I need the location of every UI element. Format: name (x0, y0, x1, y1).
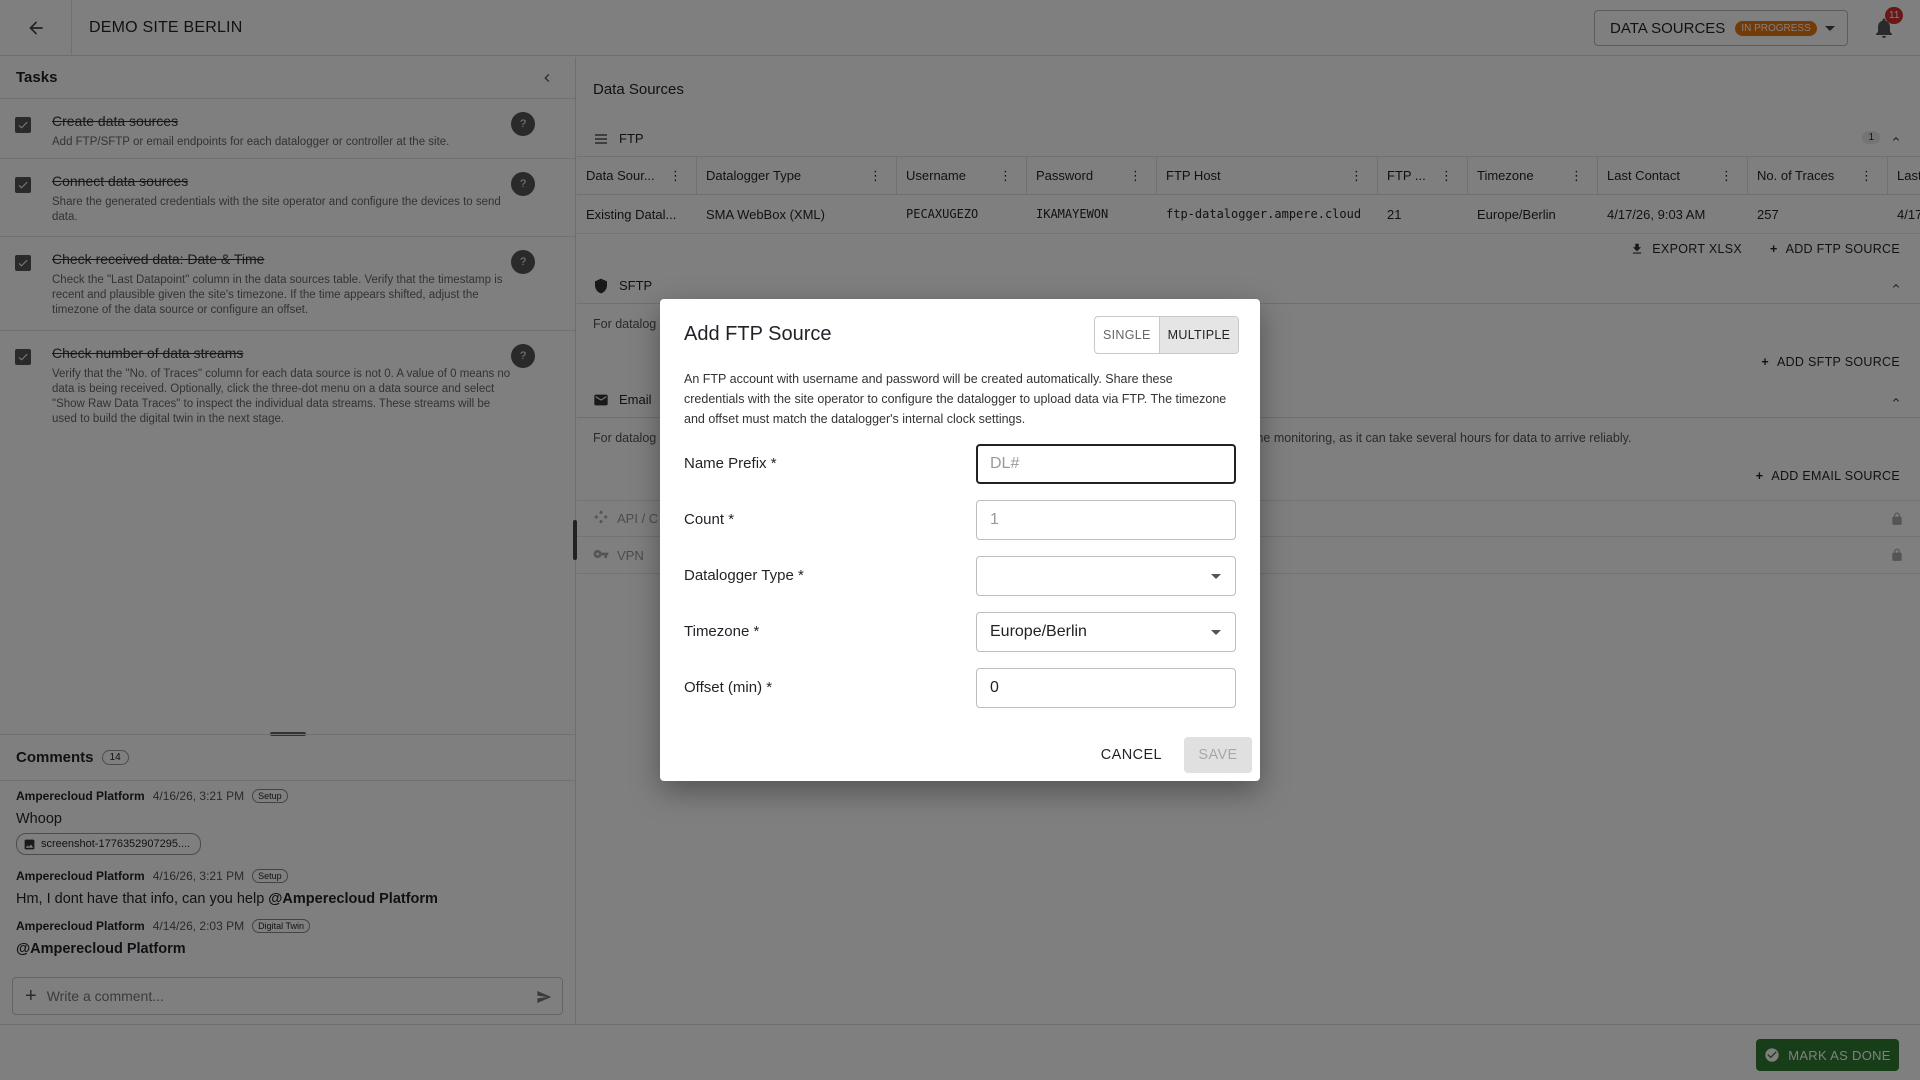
offset-label: Offset (min) * (684, 679, 773, 696)
dialog-actions: CANCEL SAVE (1093, 737, 1252, 773)
caret-down-icon (1211, 574, 1221, 579)
timezone-select[interactable]: Europe/Berlin (976, 612, 1236, 652)
cancel-button[interactable]: CANCEL (1093, 747, 1170, 763)
name-prefix-label: Name Prefix * (684, 455, 777, 472)
save-button[interactable]: SAVE (1184, 737, 1252, 773)
datalogger-type-label: Datalogger Type * (684, 567, 804, 584)
offset-input[interactable]: 0 (976, 668, 1236, 708)
caret-down-icon (1211, 630, 1221, 635)
timezone-label: Timezone * (684, 623, 760, 640)
mode-multiple-button[interactable]: MULTIPLE (1158, 317, 1239, 353)
count-input[interactable]: 1 (976, 500, 1236, 540)
add-ftp-source-dialog: Add FTP Source SINGLE MULTIPLE An FTP ac… (660, 299, 1260, 781)
timezone-value: Europe/Berlin (990, 623, 1087, 640)
datalogger-type-select[interactable] (976, 556, 1236, 596)
mode-toggle: SINGLE MULTIPLE (1094, 316, 1240, 354)
count-label: Count * (684, 511, 735, 528)
mode-single-button[interactable]: SINGLE (1095, 317, 1159, 353)
dialog-title: Add FTP Source (684, 323, 832, 345)
dialog-description: An FTP account with username and passwor… (684, 372, 1227, 426)
name-prefix-input[interactable]: DL# (976, 444, 1236, 484)
